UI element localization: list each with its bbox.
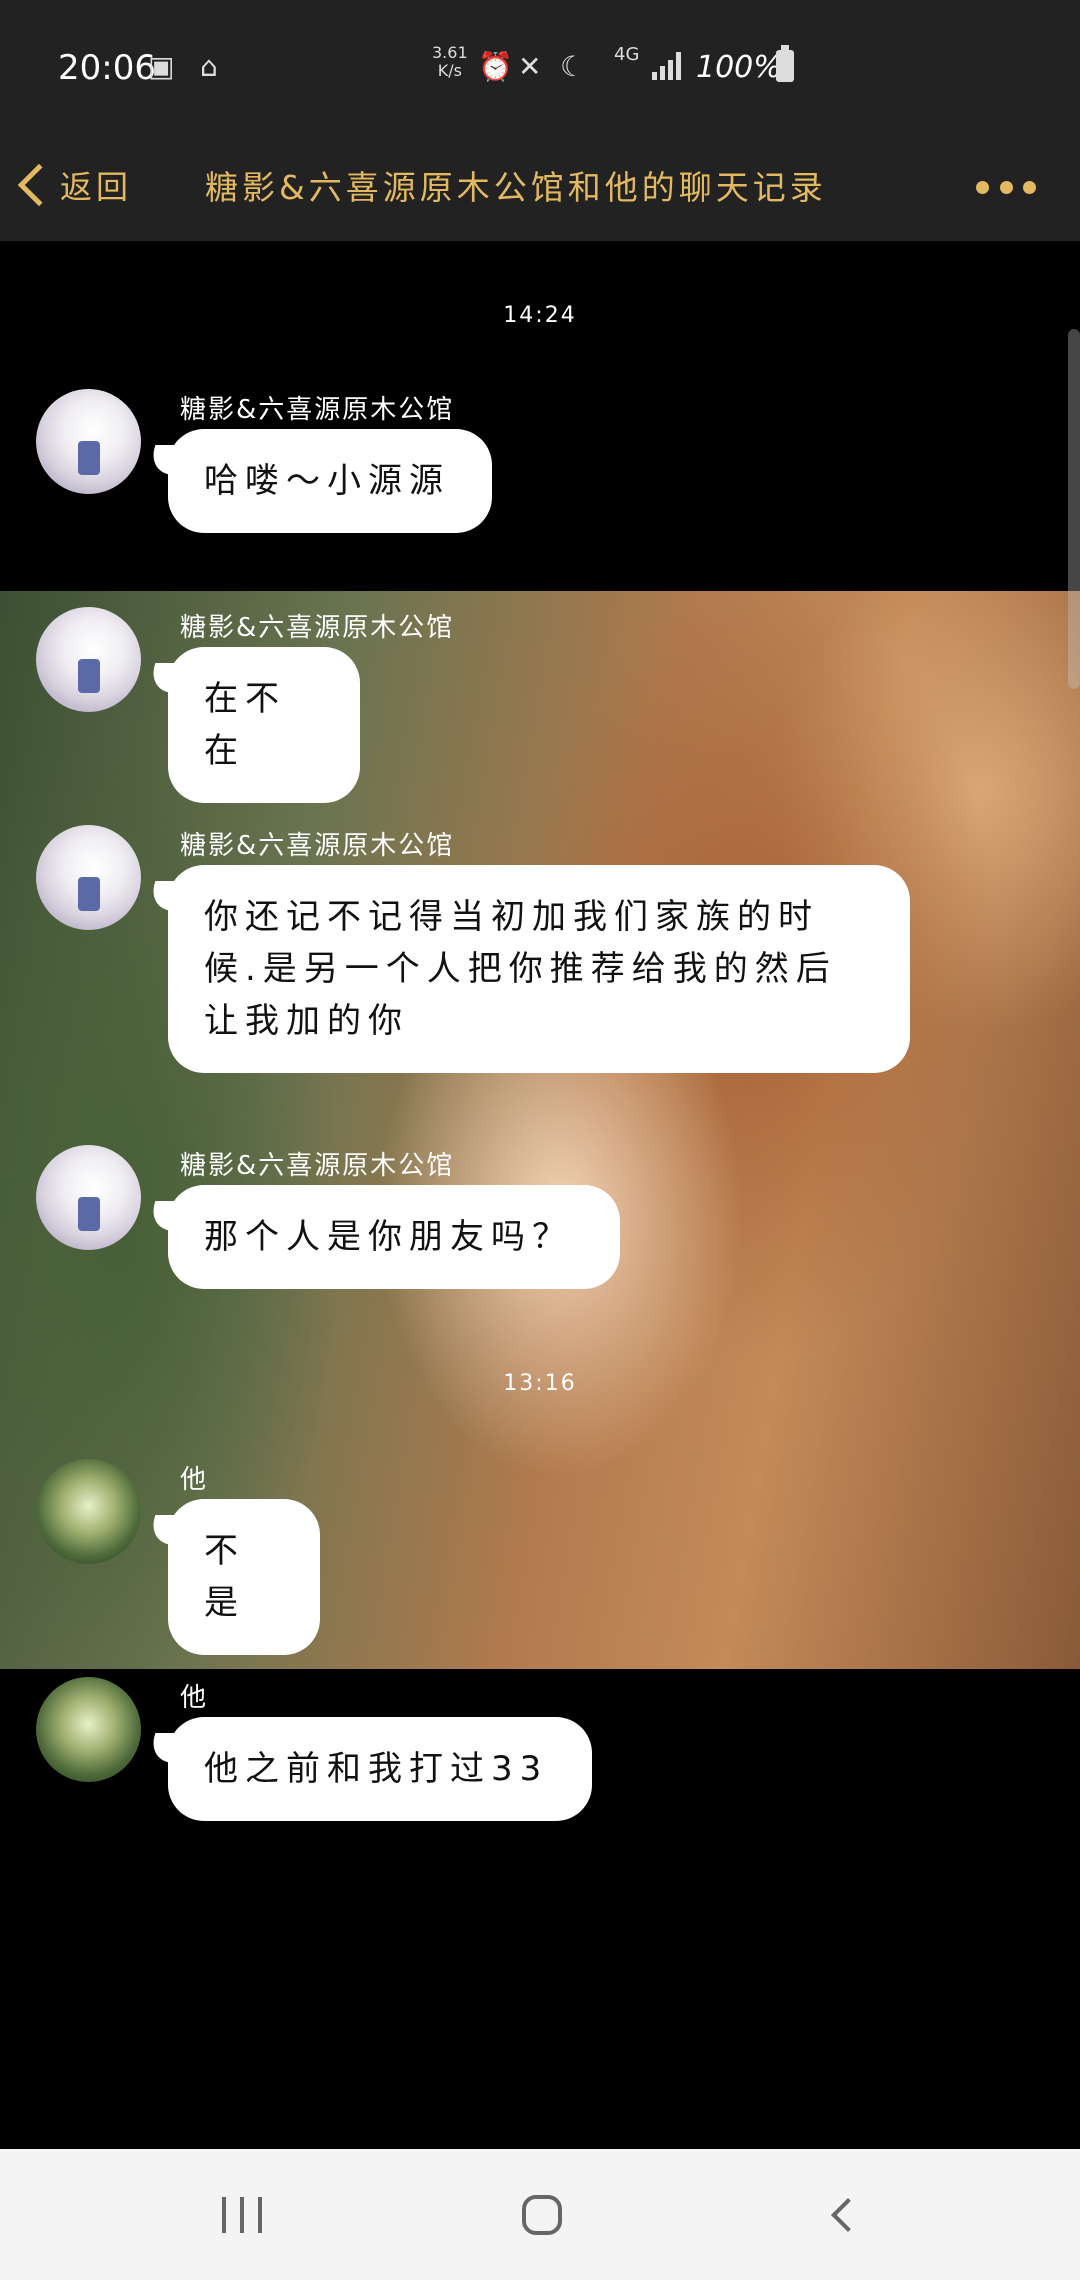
avatar[interactable]	[36, 389, 141, 494]
nav-back-button[interactable]	[831, 2198, 865, 2232]
message-item: 糖影&六喜源原木公馆 在不在	[36, 607, 1036, 803]
message-bubble[interactable]: 哈喽～小源源	[168, 429, 492, 533]
status-time: 20:06	[58, 48, 156, 88]
bag-icon: ⌂	[200, 50, 218, 83]
avatar[interactable]	[36, 1145, 141, 1250]
alarm-icon: ⏰	[478, 50, 513, 83]
dot-icon	[999, 180, 1013, 194]
navigation-bar	[0, 2149, 1080, 2280]
network-speed-value: 3.61	[432, 43, 468, 62]
sender-name: 糖影&六喜源原木公馆	[180, 831, 455, 861]
message-bubble[interactable]: 那个人是你朋友吗？	[168, 1185, 620, 1289]
home-button[interactable]	[522, 2195, 562, 2235]
sender-name: 糖影&六喜源原木公馆	[180, 613, 455, 643]
recent-apps-button[interactable]	[222, 2197, 262, 2233]
title-bar: 返回 糖影&六喜源原木公馆和他的聊天记录	[0, 135, 1080, 241]
page-title: 糖影&六喜源原木公馆和他的聊天记录	[205, 168, 827, 207]
more-options-button[interactable]	[976, 172, 1036, 202]
battery-icon	[776, 45, 794, 82]
dot-icon	[1023, 180, 1036, 194]
message-item: 糖影&六喜源原木公馆 哈喽～小源源	[36, 389, 1036, 533]
image-icon: ▣	[148, 50, 175, 83]
sender-name: 糖影&六喜源原木公馆	[180, 395, 455, 425]
avatar[interactable]	[36, 607, 141, 712]
back-label: 返回	[60, 168, 133, 206]
network-type: 4G	[614, 44, 640, 65]
timestamp: 13:16	[503, 1371, 577, 1396]
network-speed: 3.61 K/s	[432, 44, 468, 80]
scrollbar[interactable]	[1068, 329, 1080, 689]
chevron-left-icon	[17, 163, 61, 207]
avatar[interactable]	[36, 1677, 141, 1782]
message-item: 糖影&六喜源原木公馆 那个人是你朋友吗？	[36, 1145, 1036, 1289]
back-button[interactable]: 返回	[14, 145, 132, 225]
battery-percent: 100%	[696, 50, 782, 85]
message-bubble[interactable]: 不是	[168, 1499, 320, 1655]
message-item: 他 他之前和我打过33	[36, 1677, 1036, 1821]
sender-name: 他	[180, 1683, 209, 1713]
mute-icon: ✕	[518, 50, 542, 83]
message-bubble[interactable]: 他之前和我打过33	[168, 1717, 592, 1821]
message-bubble[interactable]: 在不在	[168, 647, 360, 803]
moon-icon: ☾	[560, 50, 586, 83]
message-item: 他 不是	[36, 1459, 1036, 1655]
network-speed-unit: K/s	[437, 61, 462, 80]
sender-name: 他	[180, 1465, 209, 1495]
chat-area[interactable]: 14:24 糖影&六喜源原木公馆 哈喽～小源源 糖影&六喜源原木公馆 在不在 糖…	[0, 241, 1080, 2149]
signal-icon	[652, 52, 682, 80]
message-bubble[interactable]: 你还记不记得当初加我们家族的时候.是另一个人把你推荐给我的然后让我加的你	[168, 865, 910, 1073]
message-item: 糖影&六喜源原木公馆 你还记不记得当初加我们家族的时候.是另一个人把你推荐给我的…	[36, 825, 1036, 1073]
avatar[interactable]	[36, 825, 141, 930]
dot-icon	[976, 180, 989, 194]
sender-name: 糖影&六喜源原木公馆	[180, 1151, 455, 1181]
timestamp: 14:24	[503, 303, 577, 328]
avatar[interactable]	[36, 1459, 141, 1564]
status-bar: 20:06 ▣ ⌂ 3.61 K/s ⏰ ✕ ☾ 4G 100%	[0, 0, 1080, 135]
